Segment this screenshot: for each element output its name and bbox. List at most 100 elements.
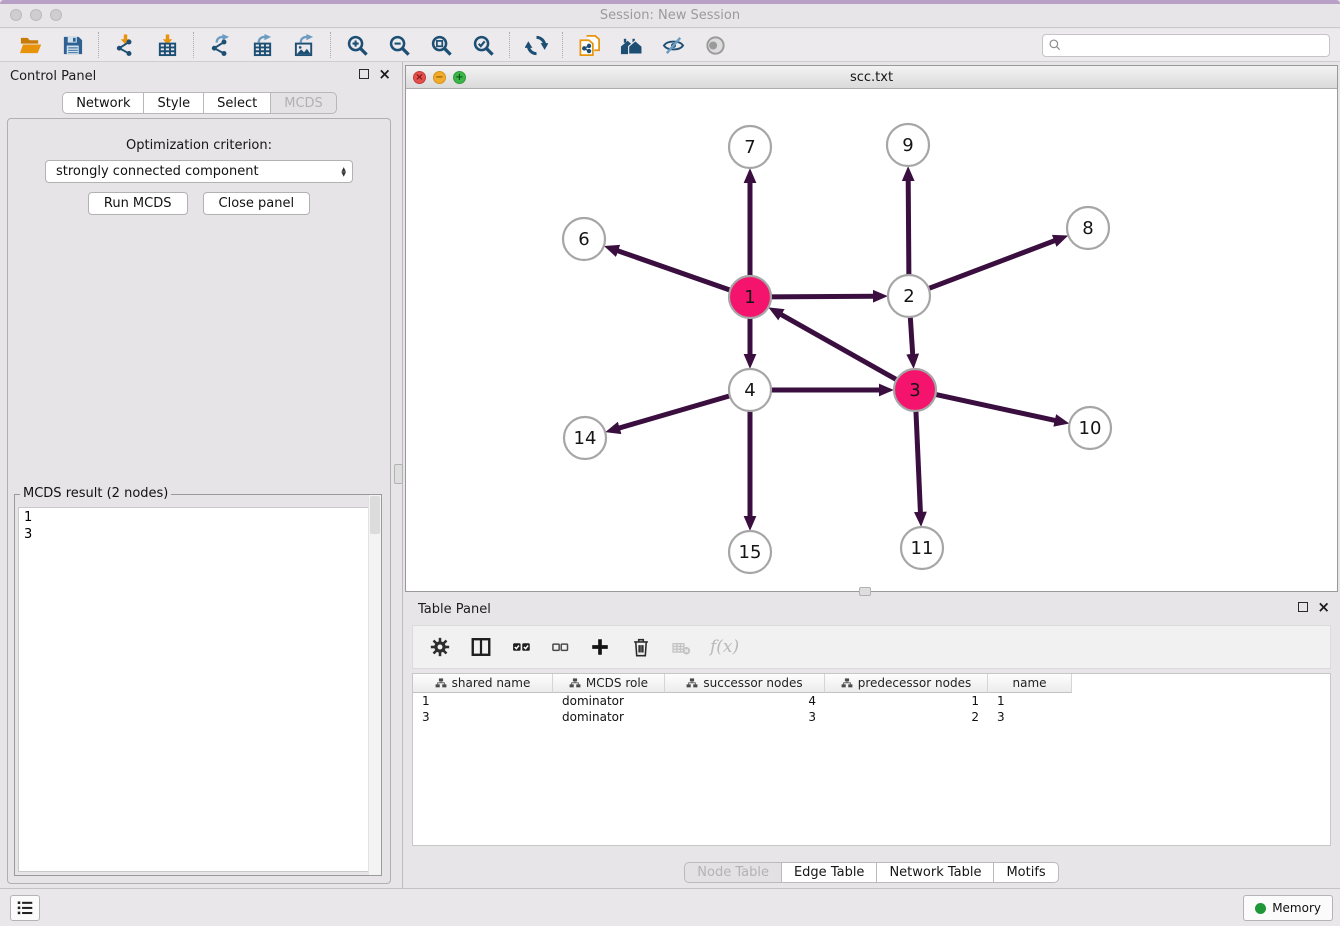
export-network-button[interactable] [207, 32, 233, 58]
mcds-panel: Optimization criterion: strongly connect… [7, 118, 391, 884]
close-panel-icon[interactable]: × [378, 69, 391, 79]
column-header-successor-nodes[interactable]: successor nodes [665, 674, 825, 693]
table-row[interactable]: 1dominator411 [413, 693, 1330, 709]
export-table-button[interactable] [249, 32, 275, 58]
network-canvas[interactable]: 7968124314101511 [406, 89, 1337, 591]
open-session-icon [19, 34, 42, 57]
network-window: × − + scc.txt 7968124314101511 [405, 65, 1338, 592]
control-panel-title: Control Panel [10, 69, 96, 84]
add-column-button[interactable] [589, 636, 611, 658]
graph-edge-3-1[interactable] [780, 314, 900, 382]
zoom-selected-button[interactable] [470, 32, 496, 58]
column-header-predecessor-nodes[interactable]: predecessor nodes [825, 674, 988, 693]
home-button[interactable] [618, 32, 644, 58]
graph-node-label-8: 8 [1082, 218, 1093, 239]
horizontal-split-grip[interactable] [859, 587, 871, 596]
task-history-button[interactable] [10, 895, 40, 921]
optimization-criterion-select[interactable]: strongly connected component ▲▼ [45, 160, 353, 183]
search-icon [1048, 38, 1062, 52]
zoom-in-button[interactable] [344, 32, 370, 58]
tab-style[interactable]: Style [144, 92, 204, 114]
table-cell: 1 [825, 694, 988, 708]
add-column-icon [589, 636, 611, 658]
hide-style-button[interactable] [660, 32, 686, 58]
split-view-button[interactable] [470, 636, 492, 658]
graph-edge-2-8[interactable] [926, 240, 1056, 290]
save-session-button[interactable] [59, 32, 85, 58]
deselect-all-icon [550, 637, 570, 657]
graph-edge-4-14[interactable] [618, 395, 733, 429]
tab-select[interactable]: Select [204, 92, 271, 114]
app-titlebar: Session: New Session [0, 0, 1340, 28]
export-image-icon [293, 34, 316, 57]
search-box[interactable] [1042, 34, 1330, 57]
graph-edge-3-11[interactable] [916, 408, 921, 514]
memory-button[interactable]: Memory [1243, 895, 1333, 921]
result-scrollbar[interactable] [368, 495, 381, 875]
graph-node-label-11: 11 [911, 538, 934, 559]
import-network-button[interactable] [112, 32, 138, 58]
export-network-icon [209, 34, 232, 57]
table-cell: 4 [665, 694, 825, 708]
float-table-panel-icon[interactable] [1298, 602, 1308, 612]
table-cell: 3 [665, 710, 825, 724]
zoom-out-button[interactable] [386, 32, 412, 58]
network-graph[interactable]: 7968124314101511 [406, 89, 1337, 591]
hide-style-icon [662, 34, 685, 57]
search-input[interactable] [1062, 35, 1329, 56]
column-header-name[interactable]: name [988, 674, 1072, 693]
export-image-button[interactable] [291, 32, 317, 58]
graph-edge-3-10[interactable] [933, 394, 1057, 421]
window-accent-strip [0, 0, 1340, 4]
node-table[interactable]: shared nameMCDS rolesuccessor nodesprede… [412, 673, 1331, 846]
delete-column-icon [630, 636, 652, 658]
mcds-result-fieldset: MCDS result (2 nodes) 1 3 [14, 494, 382, 876]
tab-motifs[interactable]: Motifs [994, 862, 1058, 883]
tab-mcds[interactable]: MCDS [271, 92, 337, 114]
float-panel-icon[interactable] [359, 69, 369, 79]
zoom-fit-button[interactable] [428, 32, 454, 58]
mcds-result-title: MCDS result (2 nodes) [20, 486, 171, 501]
tab-edge-table[interactable]: Edge Table [782, 862, 877, 883]
tab-node-table[interactable]: Node Table [684, 862, 782, 883]
column-header-shared-name[interactable]: shared name [413, 674, 553, 693]
deselect-all-button[interactable] [550, 637, 570, 657]
graph-edge-2-9[interactable] [908, 179, 909, 278]
zoom-in-icon [346, 34, 369, 57]
function-builder-button[interactable]: f(x) [710, 637, 739, 657]
select-all-button[interactable] [511, 637, 531, 657]
duplicate-network-button[interactable] [576, 32, 602, 58]
close-panel-button[interactable]: Close panel [203, 192, 311, 215]
attribute-tree-icon [569, 678, 581, 688]
graph-edge-2-3[interactable] [910, 314, 913, 356]
delete-table-icon [671, 637, 691, 657]
zoom-fit-icon [430, 34, 453, 57]
vertical-split-grip[interactable] [394, 464, 403, 484]
table-cell: dominator [553, 710, 665, 724]
delete-table-button[interactable] [671, 637, 691, 657]
import-table-button[interactable] [154, 32, 180, 58]
mcds-result-list[interactable]: 1 3 [18, 507, 378, 872]
table-row[interactable]: 3dominator323 [413, 709, 1330, 725]
graph-node-label-6: 6 [578, 229, 589, 250]
run-mcds-button[interactable]: Run MCDS [88, 192, 188, 215]
settings-gear-button[interactable] [429, 636, 451, 658]
zoom-out-icon [388, 34, 411, 57]
optimization-criterion-label: Optimization criterion: [8, 138, 390, 153]
column-header-MCDS-role[interactable]: MCDS role [553, 674, 665, 693]
status-bar: Memory [0, 888, 1340, 926]
graph-node-label-9: 9 [902, 135, 913, 156]
table-panel-title: Table Panel [418, 602, 491, 617]
graph-edge-1-2[interactable] [768, 296, 875, 297]
eye-button[interactable] [702, 32, 728, 58]
refresh-button[interactable] [523, 32, 549, 58]
app-title: Session: New Session [0, 8, 1340, 23]
delete-column-button[interactable] [630, 636, 652, 658]
open-session-button[interactable] [17, 32, 43, 58]
tab-network-table[interactable]: Network Table [877, 862, 994, 883]
close-table-panel-icon[interactable]: × [1317, 602, 1330, 612]
table-panel: Table Panel × f(x) shared nameMCDS roles… [405, 595, 1338, 886]
graph-edge-1-6[interactable] [616, 250, 733, 291]
network-window-titlebar[interactable]: × − + scc.txt [406, 66, 1337, 89]
tab-network[interactable]: Network [62, 92, 144, 114]
